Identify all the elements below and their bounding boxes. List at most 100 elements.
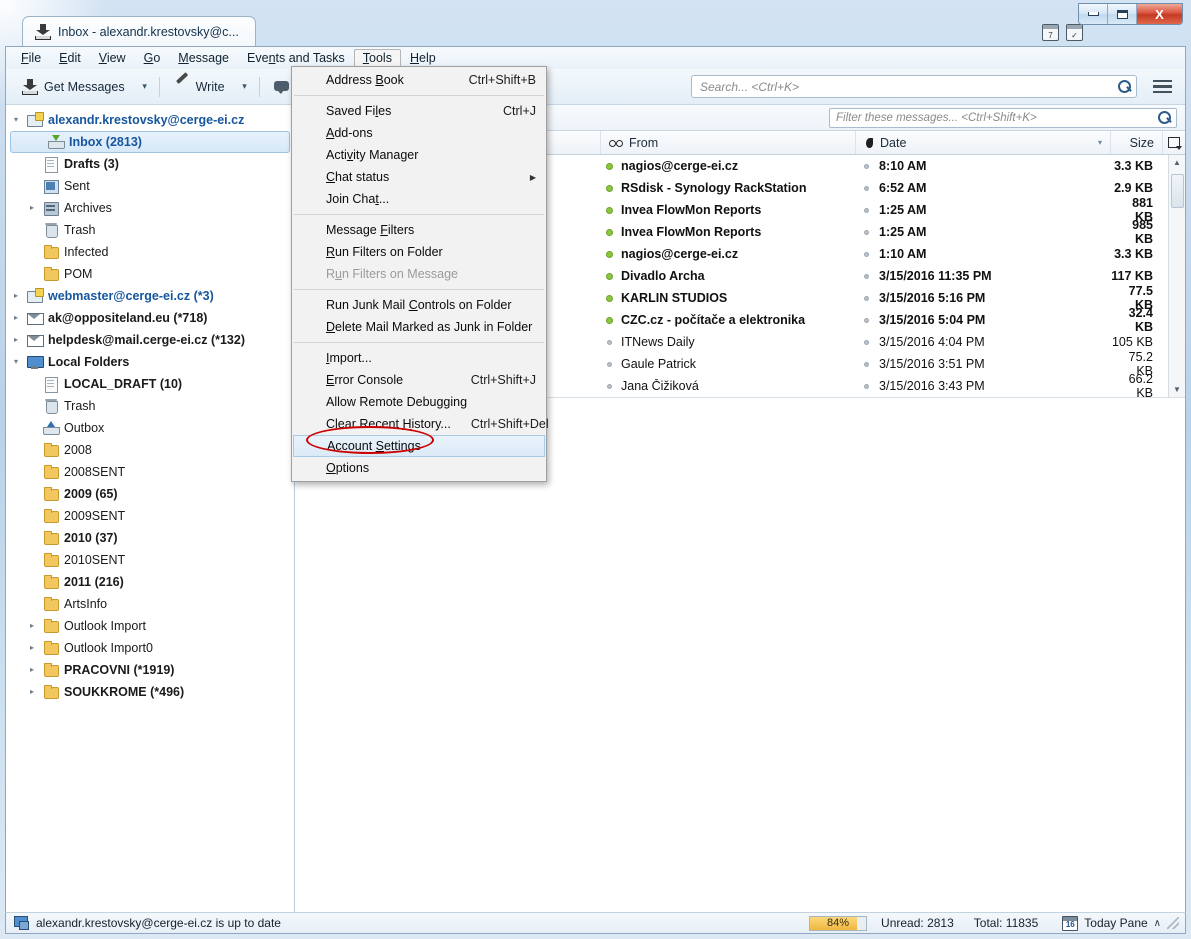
- read-status-dot[interactable]: [601, 362, 617, 367]
- folder-row[interactable]: ▸helpdesk@mail.cerge-ei.cz (*132): [6, 329, 294, 351]
- folder-row[interactable]: ▸SOUKKROME (*496): [6, 681, 294, 703]
- folder-row[interactable]: ▸webmaster@cerge-ei.cz (*3): [6, 285, 294, 307]
- scrollbar-thumb[interactable]: [1171, 174, 1184, 208]
- folder-row[interactable]: ▸Outlook Import: [6, 615, 294, 637]
- twisty-icon[interactable]: ▸: [26, 204, 38, 212]
- twisty-icon[interactable]: ▸: [26, 688, 38, 696]
- twisty-icon[interactable]: ▸: [10, 336, 22, 344]
- folder-row[interactable]: Outbox: [6, 417, 294, 439]
- menu-item-add-ons[interactable]: Add-ons: [292, 122, 546, 144]
- tools-dropdown-menu[interactable]: Address BookCtrl+Shift+B Saved FilesCtrl+…: [291, 66, 547, 482]
- twisty-icon[interactable]: ▸: [10, 314, 22, 322]
- app-menu-button[interactable]: [1147, 80, 1177, 94]
- column-header-size[interactable]: Size: [1111, 131, 1163, 154]
- folder-row[interactable]: Trash: [6, 395, 294, 417]
- progress-bar: 84%: [809, 916, 867, 931]
- write-dropdown[interactable]: ▾: [237, 81, 253, 92]
- folder-row[interactable]: ▾alexandr.krestovsky@cerge-ei.cz: [6, 109, 294, 131]
- calendar-icon[interactable]: 7: [1042, 24, 1059, 41]
- menu-item-error-console[interactable]: Error ConsoleCtrl+Shift+J: [292, 369, 546, 391]
- tab-inbox[interactable]: Inbox - alexandr.krestovsky@c...: [22, 16, 256, 46]
- menu-events-and-tasks[interactable]: Events and Tasks: [238, 49, 354, 68]
- folder-row[interactable]: 2008SENT: [6, 461, 294, 483]
- menu-item-run-junk-mail-controls-on-folder[interactable]: Run Junk Mail Controls on Folder: [292, 294, 546, 316]
- menu-item-saved-files[interactable]: Saved FilesCtrl+J: [292, 100, 546, 122]
- menu-go[interactable]: Go: [135, 49, 170, 68]
- read-status-dot[interactable]: [601, 251, 617, 258]
- menu-file[interactable]: File: [12, 49, 50, 68]
- folder-row[interactable]: 2010 (37): [6, 527, 294, 549]
- read-status-dot[interactable]: [601, 340, 617, 345]
- menu-item-message-filters[interactable]: Message Filters: [292, 219, 546, 241]
- column-header-from[interactable]: From: [601, 131, 856, 154]
- menu-item-chat-status[interactable]: Chat status▶: [292, 166, 546, 188]
- read-status-dot[interactable]: [601, 384, 617, 389]
- folder-row[interactable]: ▸ ak@oppositeland.eu (*718): [6, 307, 294, 329]
- menu-item-run-filters-on-folder[interactable]: Run Filters on Folder: [292, 241, 546, 263]
- folder-row[interactable]: ▾Local Folders: [6, 351, 294, 373]
- menu-item-allow-remote-debugging[interactable]: Allow Remote Debugging: [292, 391, 546, 413]
- folder-row[interactable]: ArtsInfo: [6, 593, 294, 615]
- folder-label: ak@oppositeland.eu (*718): [48, 311, 207, 325]
- menu-edit[interactable]: Edit: [50, 49, 90, 68]
- read-status-dot[interactable]: [601, 295, 617, 302]
- folder-row[interactable]: ▸Archives: [6, 197, 294, 219]
- maximize-button[interactable]: [1108, 4, 1137, 24]
- folder-row[interactable]: 2011 (216): [6, 571, 294, 593]
- message-filter-input[interactable]: Filter these messages... <Ctrl+Shift+K>: [829, 108, 1177, 128]
- twisty-icon[interactable]: ▾: [10, 116, 22, 124]
- menu-item-account-settings[interactable]: Account Settings: [293, 435, 545, 457]
- resize-grip[interactable]: [1167, 917, 1179, 929]
- message-list-scrollbar[interactable]: ▲ ▼: [1168, 155, 1185, 397]
- read-status-dot[interactable]: [601, 273, 617, 280]
- close-button[interactable]: X: [1137, 4, 1182, 24]
- get-messages-button[interactable]: Get Messages: [14, 74, 133, 100]
- folder-row[interactable]: LOCAL_DRAFT (10): [6, 373, 294, 395]
- folder-row[interactable]: 2008: [6, 439, 294, 461]
- twisty-icon[interactable]: ▾: [10, 358, 22, 366]
- today-pane-button[interactable]: 16 Today Pane ∧: [1062, 916, 1161, 931]
- folder-row[interactable]: Inbox (2813): [10, 131, 290, 153]
- twisty-icon[interactable]: ▸: [26, 622, 38, 630]
- read-status-dot[interactable]: [601, 207, 617, 214]
- twisty-icon[interactable]: ▸: [26, 644, 38, 652]
- menu-item-options[interactable]: Options: [292, 457, 546, 479]
- scroll-up-icon[interactable]: ▲: [1169, 155, 1186, 170]
- twisty-icon[interactable]: ▸: [26, 666, 38, 674]
- menu-item-import[interactable]: Import...: [292, 347, 546, 369]
- tasks-icon[interactable]: ✓: [1066, 24, 1083, 41]
- global-search-box[interactable]: Search... <Ctrl+K>: [691, 75, 1137, 98]
- folder-pane[interactable]: ▾alexandr.krestovsky@cerge-ei.czInbox (2…: [6, 105, 295, 934]
- folder-row[interactable]: Infected: [6, 241, 294, 263]
- folder-row[interactable]: POM: [6, 263, 294, 285]
- folder-row[interactable]: 2009 (65): [6, 483, 294, 505]
- menu-help[interactable]: Help: [401, 49, 445, 68]
- menu-item-address-book[interactable]: Address BookCtrl+Shift+B: [292, 69, 546, 91]
- menu-item-delete-mail-marked-as-junk-in-folder[interactable]: Delete Mail Marked as Junk in Folder: [292, 316, 546, 338]
- folder-row[interactable]: ▸Outlook Import0: [6, 637, 294, 659]
- menu-tools[interactable]: Tools: [354, 49, 401, 68]
- folder-row[interactable]: Sent: [6, 175, 294, 197]
- menu-message[interactable]: Message: [169, 49, 238, 68]
- folder-row[interactable]: Trash: [6, 219, 294, 241]
- read-status-dot[interactable]: [601, 317, 617, 324]
- twisty-icon[interactable]: ▸: [10, 292, 22, 300]
- menu-item-activity-manager[interactable]: Activity Manager: [292, 144, 546, 166]
- read-status-dot[interactable]: [601, 163, 617, 170]
- menu-item-join-chat[interactable]: Join Chat...: [292, 188, 546, 210]
- folder-row[interactable]: ▸PRACOVNI (*1919): [6, 659, 294, 681]
- column-header-date[interactable]: Date ▾: [856, 131, 1111, 154]
- minimize-button[interactable]: [1079, 4, 1108, 24]
- menu-item-clear-recent-history[interactable]: Clear Recent History...Ctrl+Shift+Del: [292, 413, 546, 435]
- menu-view[interactable]: View: [90, 49, 135, 68]
- get-messages-dropdown[interactable]: ▾: [137, 81, 153, 92]
- column-picker-button[interactable]: [1163, 131, 1185, 154]
- scroll-down-icon[interactable]: ▼: [1169, 382, 1186, 397]
- folder-row[interactable]: Drafts (3): [6, 153, 294, 175]
- unread-dot-icon: [606, 207, 613, 214]
- write-button[interactable]: Write: [166, 74, 233, 100]
- read-status-dot[interactable]: [601, 185, 617, 192]
- read-status-dot[interactable]: [601, 229, 617, 236]
- folder-row[interactable]: 2010SENT: [6, 549, 294, 571]
- folder-row[interactable]: 2009SENT: [6, 505, 294, 527]
